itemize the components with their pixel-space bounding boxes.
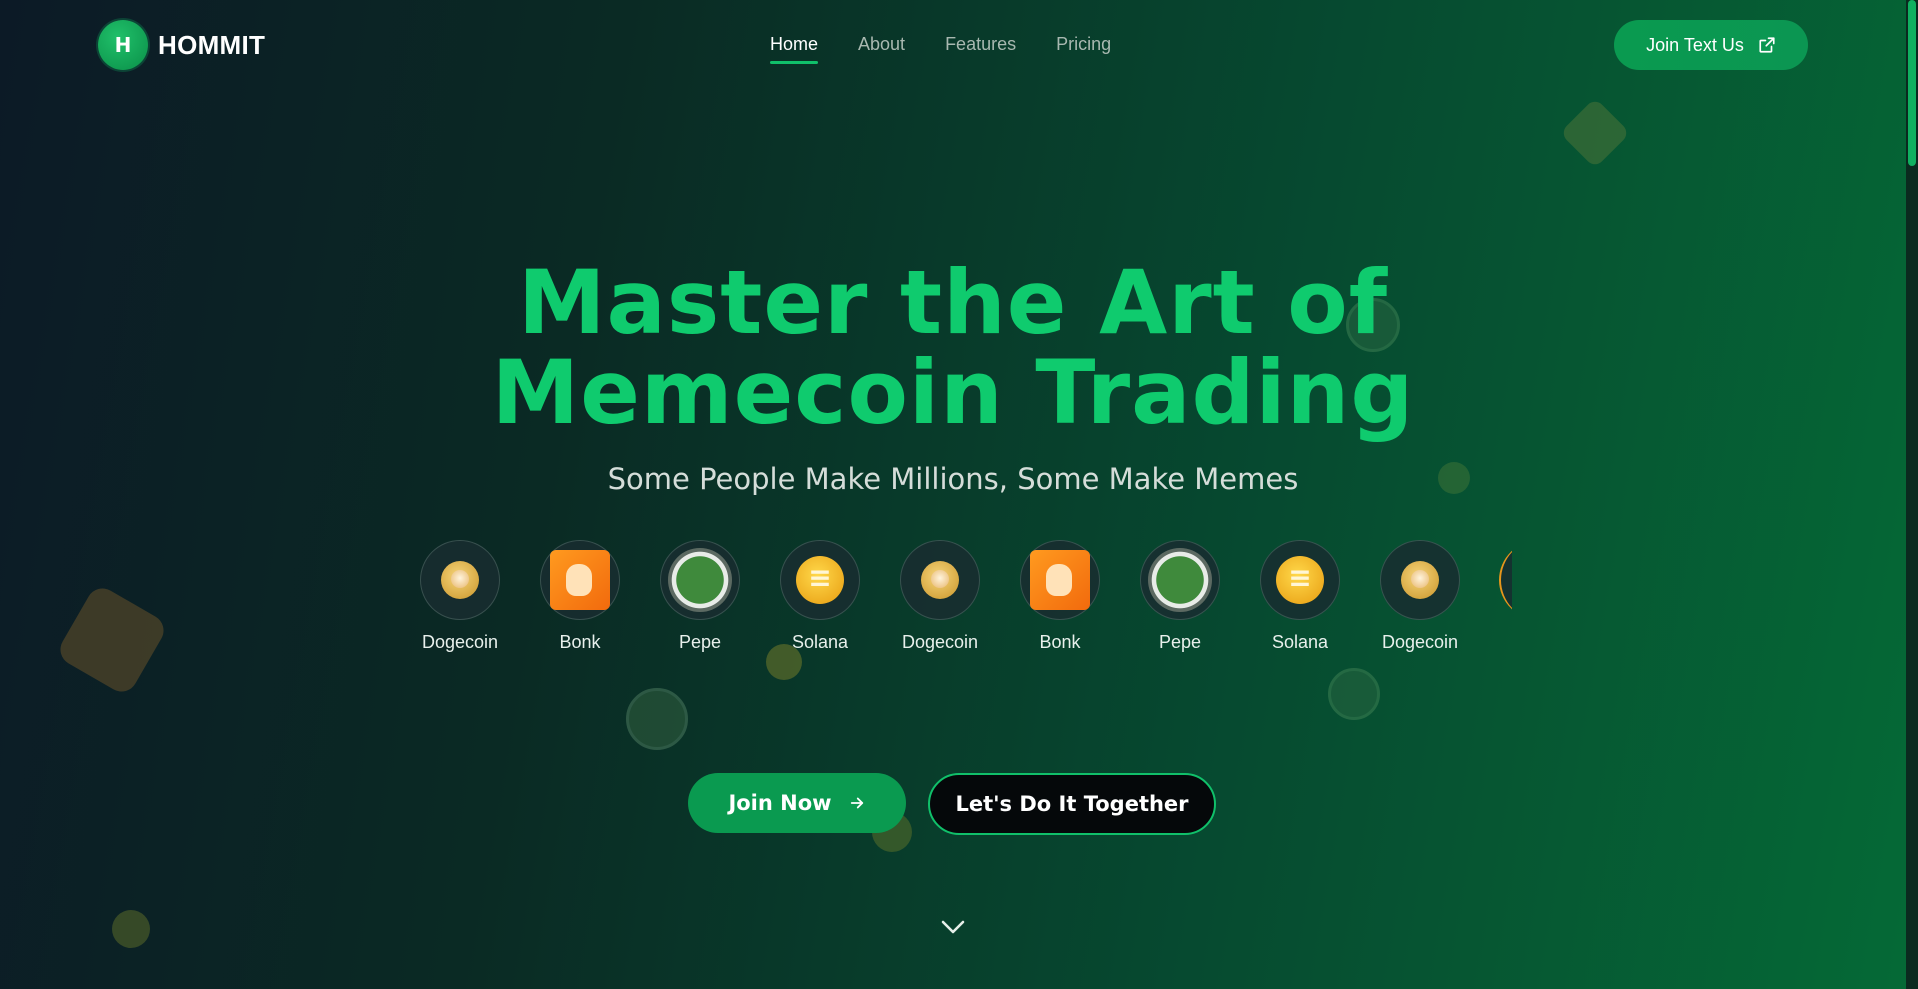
coin-label: Dogecoin [1381,632,1459,652]
chevron-down-icon [941,920,965,934]
scroll-down-button[interactable] [938,915,968,939]
hero-title: Master the Art of Memecoin Trading [0,258,1906,438]
solana-icon [796,556,844,604]
solana-icon [1276,556,1324,604]
coin-label: Dogecoin [901,632,979,652]
nav-item-features[interactable]: Features [945,34,1016,55]
bonk-icon [1030,550,1090,610]
floating-coin-decoration [112,910,150,948]
coin-label: Dogecoin [421,632,499,652]
dogecoin-icon [441,561,479,599]
bonk-icon [1499,540,1512,620]
lets-do-it-together-button[interactable]: Let's Do It Together [928,773,1216,835]
floating-coin-decoration [1559,97,1631,169]
join-text-us-button[interactable]: Join Text Us [1614,20,1808,70]
dogecoin-icon [1401,561,1439,599]
coin-label: Bonk [559,632,601,652]
coin-item-pepe[interactable]: Pepe [660,540,740,653]
main-nav: Home About Features Pricing [770,34,1111,64]
hero-title-line1: Master the Art of [517,251,1389,354]
coin-item-partial[interactable] [1499,540,1512,653]
site-header: H HOMMIT Home About Features Pricing Joi… [0,0,1906,92]
pepe-icon [668,548,732,612]
join-now-button[interactable]: Join Now [688,773,906,833]
page-scrollbar[interactable] [1906,0,1918,989]
hero-subtitle: Some People Make Millions, Some Make Mem… [607,462,1299,496]
floating-coin-decoration [1328,668,1380,720]
coin-track: Dogecoin Bonk Pepe Solana Dogecoin Bonk … [416,540,1512,653]
logo-mark: H [98,20,148,70]
nav-item-home[interactable]: Home [770,34,819,64]
nav-item-about[interactable]: About [858,34,905,55]
coin-item-dogecoin[interactable]: Dogecoin [900,540,980,653]
hero-title-line2: Memecoin Trading [491,341,1415,444]
dogecoin-icon [921,561,959,599]
coin-item-dogecoin[interactable]: Dogecoin [420,540,500,653]
bonk-icon [550,550,610,610]
coin-item-solana[interactable]: Solana [780,540,860,653]
nav-item-pricing[interactable]: Pricing [1056,34,1111,55]
coin-label: Pepe [1158,632,1202,652]
coin-carousel: Dogecoin Bonk Pepe Solana Dogecoin Bonk … [416,540,1512,664]
coin-item-bonk[interactable]: Bonk [1020,540,1100,653]
coin-label: Solana [1271,632,1329,652]
coin-label: Bonk [1039,632,1081,652]
join-now-label: Join Now [728,791,832,815]
brand-logo[interactable]: H HOMMIT [98,20,265,70]
coin-label: Solana [791,632,849,652]
brand-name: HOMMIT [158,29,266,60]
coin-item-pepe[interactable]: Pepe [1140,540,1220,653]
scrollbar-thumb[interactable] [1908,0,1916,166]
coin-item-solana[interactable]: Solana [1260,540,1340,653]
join-text-us-label: Join Text Us [1646,34,1744,55]
coin-item-dogecoin[interactable]: Dogecoin [1380,540,1460,653]
floating-coin-decoration [626,688,688,750]
coin-label: Pepe [678,632,722,652]
external-link-icon [1759,37,1775,53]
coin-item-bonk[interactable]: Bonk [540,540,620,653]
arrow-right-icon [850,797,863,809]
floating-coin-decoration [54,582,170,698]
pepe-icon [1148,548,1212,612]
